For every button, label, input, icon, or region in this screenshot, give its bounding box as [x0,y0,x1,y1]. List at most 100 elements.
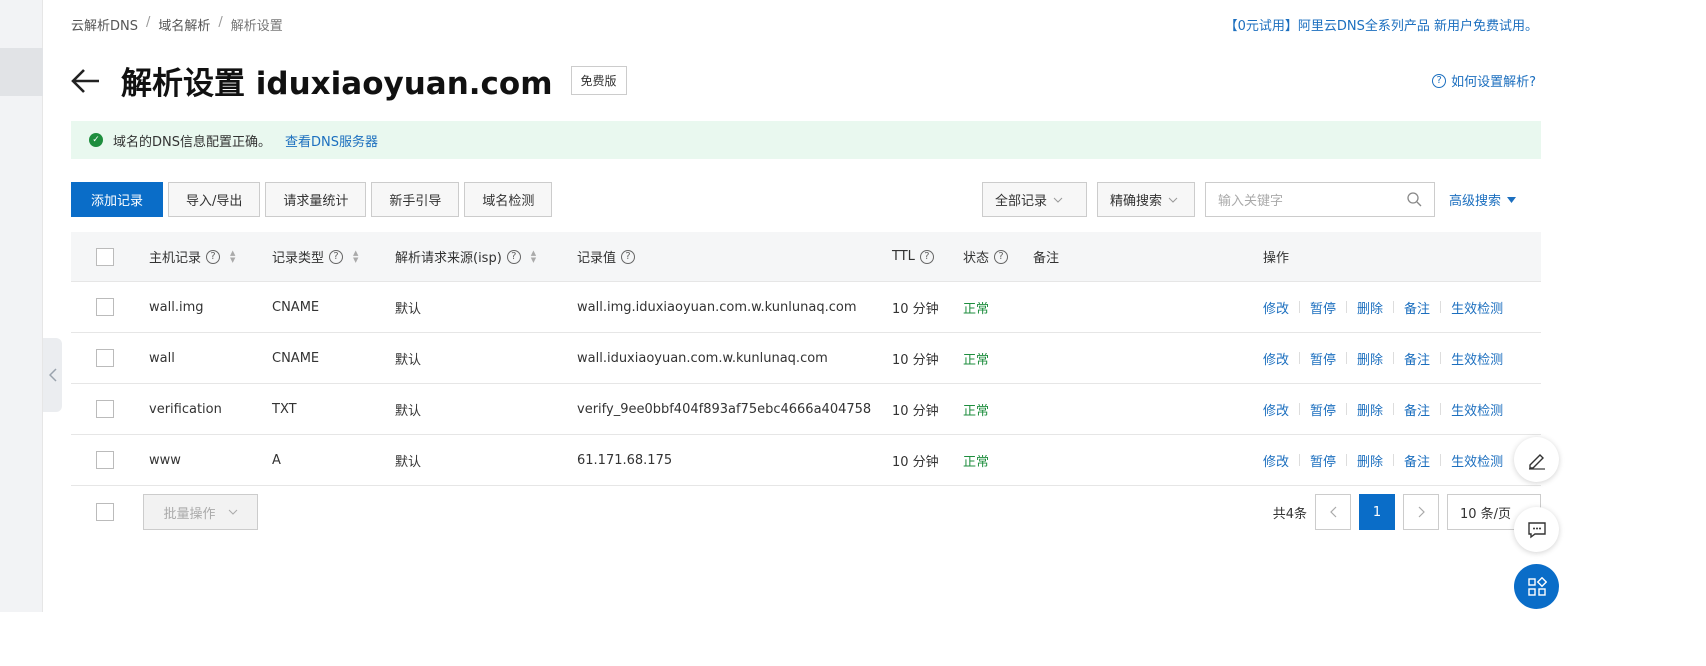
table-row: verification TXT 默认 verify_9ee0bbf404f89… [71,384,1541,435]
promo-link[interactable]: 【0元试用】阿里云DNS全系列产品 新用户免费试用。 [1225,15,1538,34]
chat-button[interactable] [1514,507,1559,552]
col-host-label: 主机记录 [149,251,202,266]
page-number-button[interactable]: 1 [1359,494,1395,530]
row-checkbox[interactable] [96,298,114,316]
col-ttl: TTL ? [892,232,934,281]
sort-icon[interactable]: ▲ ▼ [353,249,358,264]
value-cell: 61.171.68.175 [577,452,673,468]
edit-link[interactable]: 修改 [1263,298,1289,317]
row-checkbox[interactable] [96,451,114,469]
col-isp[interactable]: 解析请求来源(isp) ? ▲ ▼ [395,232,536,281]
footer-select-all-checkbox[interactable] [96,503,114,521]
delete-link[interactable]: 删除 [1357,400,1383,419]
verify-link[interactable]: 生效检测 [1451,298,1503,317]
type-cell: CNAME [272,299,320,315]
search-placeholder: 输入关键字 [1218,194,1284,209]
advanced-search-toggle[interactable]: 高级搜索 [1449,190,1517,209]
help-link[interactable]: ? 如何设置解析? [1432,71,1536,90]
col-ttl-label: TTL [892,249,915,264]
breadcrumb-current: 解析设置 [230,19,283,34]
host-cell: wall.img [149,299,204,315]
status-cell: 正常 [963,301,990,317]
col-isp-label: 解析请求来源(isp) [395,251,502,266]
breadcrumb-item[interactable]: 云解析DNS [71,15,138,34]
toolbar: 添加记录 导入/导出 请求量统计 新手引导 域名检测 [71,182,553,217]
toolbar-right: 全部记录 精确搜索 输入关键字 高级搜索 [982,182,1517,217]
search-icon[interactable] [1407,192,1422,207]
help-icon[interactable]: ? [919,249,934,264]
help-icon[interactable]: ? [329,249,344,264]
col-ops: 操作 [1263,251,1290,266]
pause-link[interactable]: 暂停 [1310,298,1336,317]
ttl-cell: 10 分钟 [892,454,939,470]
dns-records-table: 主机记录 ? ▲ ▼ 记录类型 ? ▲ ▼ 解析请求来源(isp) ? ▲ ▼ 记录值… [71,232,1541,486]
pause-link[interactable]: 暂停 [1310,400,1336,419]
breadcrumb-separator: / [146,15,151,30]
back-arrow-icon[interactable] [71,65,103,97]
chevron-down-icon [1168,197,1178,203]
record-filter-select[interactable]: 全部记录 [982,182,1087,217]
sidebar-active-item[interactable] [0,48,43,96]
help-icon[interactable]: ? [506,249,521,264]
delete-link[interactable]: 删除 [1357,298,1383,317]
col-type[interactable]: 记录类型 ? ▲ ▼ [272,232,358,281]
help-icon[interactable]: ? [621,249,636,264]
record-filter-value: 全部记录 [995,194,1048,209]
delete-link[interactable]: 删除 [1357,349,1383,368]
remark-link[interactable]: 备注 [1404,298,1430,317]
sort-icon[interactable]: ▲ ▼ [531,249,536,264]
status-cell: 正常 [963,454,990,470]
sort-icon[interactable]: ▲ ▼ [230,249,235,264]
domain-check-button[interactable]: 域名检测 [464,182,553,217]
remark-link[interactable]: 备注 [1404,349,1430,368]
pause-link[interactable]: 暂停 [1310,451,1336,470]
remark-link[interactable]: 备注 [1404,451,1430,470]
edit-link[interactable]: 修改 [1263,451,1289,470]
remark-link[interactable]: 备注 [1404,400,1430,419]
verify-link[interactable]: 生效检测 [1451,451,1503,470]
select-all-checkbox[interactable] [96,247,114,266]
host-cell: www [149,452,181,468]
value-cell: wall.img.iduxiaoyuan.com.w.kunlunaq.com [577,299,857,315]
import-export-button[interactable]: 导入/导出 [168,182,261,217]
search-mode-value: 精确搜索 [1110,194,1163,209]
apps-menu-button[interactable] [1514,564,1559,609]
ttl-cell: 10 分钟 [892,301,939,317]
help-icon[interactable]: ? [206,249,221,264]
verify-link[interactable]: 生效检测 [1451,400,1503,419]
add-record-button[interactable]: 添加记录 [71,182,163,217]
row-checkbox[interactable] [96,400,114,418]
verify-link[interactable]: 生效检测 [1451,349,1503,368]
next-page-button[interactable] [1403,494,1439,530]
type-cell: TXT [272,401,297,417]
isp-cell: 默认 [395,352,422,368]
batch-operation-select[interactable]: 批量操作 [143,494,258,530]
feedback-edit-button[interactable] [1514,437,1559,482]
host-cell: wall [149,350,175,366]
sidebar-collapse-toggle[interactable] [43,338,62,412]
check-circle-icon: ✓ [89,133,103,147]
delete-link[interactable]: 删除 [1357,451,1383,470]
notice-text: 域名的DNS信息配置正确。 [113,134,271,150]
edit-link[interactable]: 修改 [1263,400,1289,419]
dns-status-notice: ✓ 域名的DNS信息配置正确。 查看DNS服务器 [71,121,1541,159]
help-icon[interactable]: ? [994,249,1009,264]
view-dns-servers-link[interactable]: 查看DNS服务器 [285,131,378,150]
row-checkbox[interactable] [96,349,114,367]
type-cell: CNAME [272,350,320,366]
host-cell: verification [149,401,222,417]
ttl-cell: 10 分钟 [892,352,939,368]
pause-link[interactable]: 暂停 [1310,349,1336,368]
edit-link[interactable]: 修改 [1263,349,1289,368]
search-mode-select[interactable]: 精确搜索 [1097,182,1195,217]
col-value-label: 记录值 [577,251,617,266]
prev-page-button[interactable] [1315,494,1351,530]
keyword-search-input[interactable]: 输入关键字 [1205,182,1435,217]
breadcrumb-item[interactable]: 域名解析 [158,15,210,34]
beginner-guide-button[interactable]: 新手引导 [371,182,460,217]
col-host[interactable]: 主机记录 ? ▲ ▼ [149,232,235,281]
request-stats-button[interactable]: 请求量统计 [265,182,367,217]
ttl-cell: 10 分钟 [892,403,939,419]
chevron-down-icon [1053,197,1063,203]
left-sidebar [0,0,43,612]
